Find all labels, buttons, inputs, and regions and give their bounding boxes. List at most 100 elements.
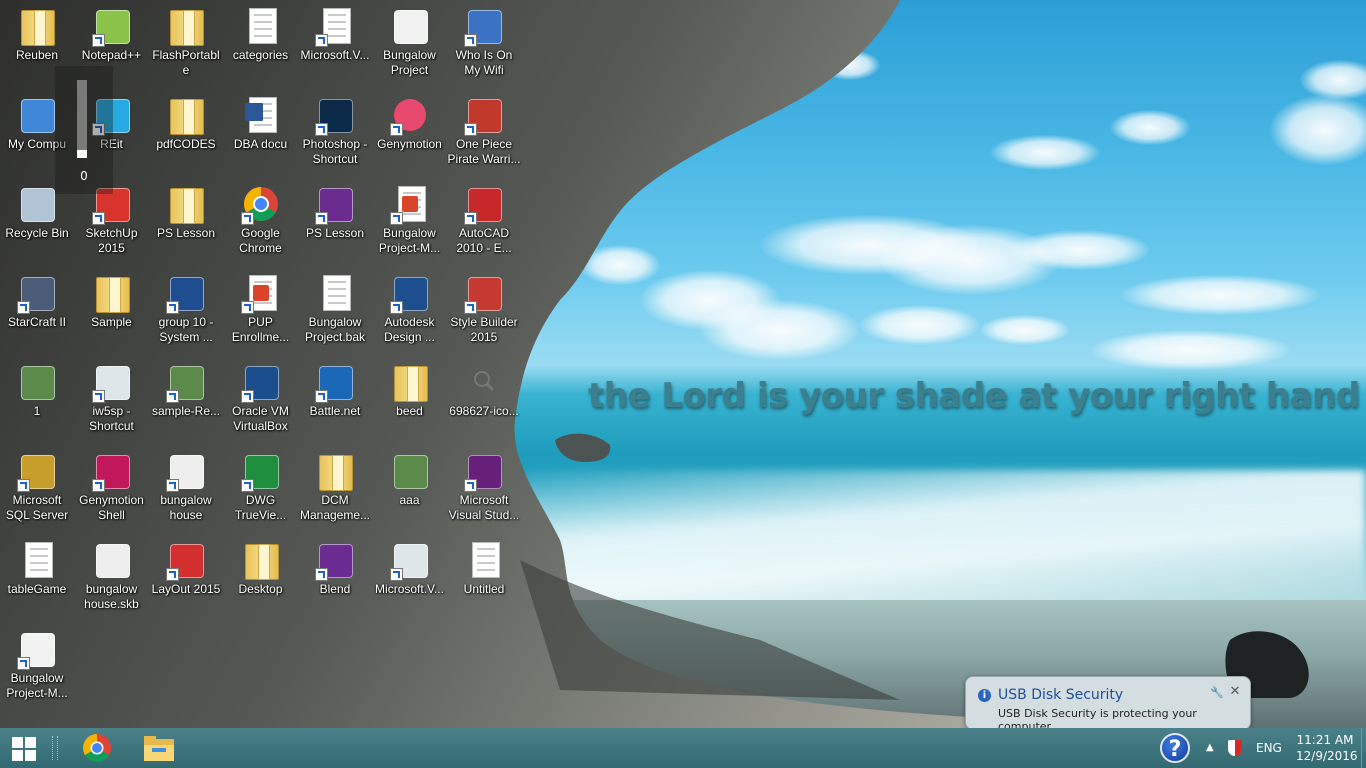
volume-slider-fill: [77, 150, 87, 158]
shortcut-arrow-icon: [389, 123, 403, 136]
genymotion-icon: [389, 95, 430, 136]
desktop-icon[interactable]: group 10 - System ...: [149, 267, 223, 353]
desktop-icon[interactable]: aaa: [373, 445, 447, 531]
desktop-icon[interactable]: Microsoft Visual Stud...: [447, 445, 521, 531]
image-thumbnail-icon: [166, 362, 206, 403]
windows-logo-icon: [12, 750, 23, 761]
desktop-icon[interactable]: Sample: [75, 267, 149, 353]
desktop-icon[interactable]: bungalow house: [149, 445, 223, 531]
shortcut-arrow-icon: [91, 34, 105, 47]
taskbar-chrome-button[interactable]: [74, 728, 120, 768]
shortcut-arrow-icon: [166, 390, 179, 403]
desktop-icon[interactable]: Microsoft.V...: [298, 0, 372, 86]
desktop-icon[interactable]: Untitled: [447, 534, 521, 620]
shortcut-arrow-icon: [464, 301, 477, 314]
desktop-icon-label: Microsoft Visual Stud...: [448, 493, 520, 522]
close-icon[interactable]: ✕: [1228, 684, 1242, 699]
desktop-icon-label: Microsoft.V...: [375, 582, 444, 596]
desktop-icon[interactable]: beed: [373, 356, 447, 442]
start-button[interactable]: [0, 728, 50, 768]
desktop-icon[interactable]: sample-Re...: [149, 356, 223, 442]
blend-icon: [315, 540, 355, 581]
desktop-icon[interactable]: Bungalow Project-M...: [373, 178, 447, 264]
desktop-icon[interactable]: PS Lesson: [149, 178, 223, 264]
desktop-icon[interactable]: Who Is On My Wifi: [447, 0, 521, 86]
settings-icon[interactable]: 🔧: [1210, 686, 1224, 699]
desktop-icon[interactable]: Microsoft.V...: [373, 534, 447, 620]
desktop-icon-label: Genymotion: [377, 137, 442, 151]
desktop-icon[interactable]: Bungalow Project.bak: [298, 267, 372, 353]
shortcut-arrow-icon: [389, 301, 403, 314]
volume-popup[interactable]: 0: [55, 66, 113, 194]
shortcut-arrow-icon: [315, 212, 328, 225]
desktop-icon[interactable]: Photoshop - Shortcut: [298, 89, 372, 175]
folder-icon: [390, 362, 430, 402]
desktop-icon[interactable]: Bungalow Project: [373, 0, 447, 86]
shortcut-arrow-icon: [166, 479, 179, 492]
shortcut-arrow-icon: [240, 479, 254, 492]
clock-time[interactable]: 11:21 AM: [1296, 733, 1354, 747]
language-indicator[interactable]: ENG: [1256, 741, 1282, 755]
desktop-icon[interactable]: LayOut 2015: [149, 534, 223, 620]
desktop-icon[interactable]: Style Builder 2015: [447, 267, 521, 353]
desktop-icon[interactable]: DCM Manageme...: [298, 445, 372, 531]
desktop-icon[interactable]: Genymotion Shell: [75, 445, 149, 531]
document-icon: [315, 6, 355, 47]
taskbar-grip[interactable]: [52, 736, 58, 760]
image-thumbnail-icon: [390, 451, 430, 491]
desktop-icon[interactable]: PUP Enrollme...: [224, 267, 298, 353]
taskbar-file-explorer-button[interactable]: [136, 728, 182, 768]
folder-icon: [166, 184, 206, 224]
shortcut-arrow-icon: [389, 212, 403, 225]
shortcut-arrow-icon: [240, 212, 254, 225]
desktop-icon-label: PS Lesson: [305, 226, 365, 240]
shortcut-arrow-icon: [166, 568, 179, 581]
desktop-icon[interactable]: 698627-ico...: [447, 356, 521, 442]
desktop-icon-label: Style Builder 2015: [450, 315, 518, 344]
desktop-icon[interactable]: Oracle VM VirtualBox: [224, 356, 298, 442]
desktop-icon[interactable]: Bungalow Project-M...: [0, 623, 74, 709]
desktop-icon[interactable]: StarCraft II: [0, 267, 74, 353]
help-tray-icon[interactable]: ?: [1160, 733, 1190, 763]
desktop-icon[interactable]: Desktop: [224, 534, 298, 620]
word-document-icon: [241, 95, 281, 135]
dwg-trueview-icon: [240, 451, 281, 492]
desktop-icon[interactable]: tableGame: [0, 534, 74, 620]
folder-icon: [241, 540, 281, 580]
desktop-icon[interactable]: categories: [224, 0, 298, 86]
show-hidden-icons-arrow-icon[interactable]: ▲: [1206, 742, 1214, 753]
desktop-icon[interactable]: 1: [0, 356, 74, 442]
shortcut-arrow-icon: [240, 390, 254, 403]
shortcut-arrow-icon: [17, 301, 30, 314]
desktop-icon[interactable]: PS Lesson: [298, 178, 372, 264]
desktop-icon-label: One Piece Pirate Warri...: [447, 137, 521, 166]
desktop-icon[interactable]: DBA docu: [224, 89, 298, 175]
desktop-icon-label: sample-Re...: [151, 404, 221, 418]
desktop-icon[interactable]: Genymotion: [373, 89, 447, 175]
sketch-thumbnail-icon: [390, 6, 430, 46]
desktop-icon[interactable]: Battle.net: [298, 356, 372, 442]
desktop-icon-label: Bungalow Project-M...: [378, 226, 441, 255]
desktop-icon[interactable]: Microsoft SQL Server ...: [0, 445, 74, 531]
usb-disk-security-tray-icon[interactable]: [1228, 740, 1242, 756]
usb-disk-security-notification[interactable]: i USB Disk Security USB Disk Security is…: [965, 676, 1251, 739]
shortcut-arrow-icon: [91, 390, 105, 403]
clock-date[interactable]: 12/9/2016: [1296, 749, 1358, 763]
desktop-icon[interactable]: FlashPortable: [149, 0, 223, 86]
show-desktop-button[interactable]: [1361, 728, 1366, 768]
desktop-icon[interactable]: pdfCODES: [149, 89, 223, 175]
user-folder-icon: [17, 6, 57, 46]
desktop-icon[interactable]: Autodesk Design ...: [373, 267, 447, 353]
desktop-icon[interactable]: One Piece Pirate Warri...: [447, 89, 521, 175]
desktop-icon[interactable]: AutoCAD 2010 - E...: [447, 178, 521, 264]
desktop-icon[interactable]: DWG TrueVie...: [224, 445, 298, 531]
text-document-icon: [241, 6, 281, 46]
desktop-icon[interactable]: bungalow house.skb: [75, 534, 149, 620]
desktop-icon-label: PUP Enrollme...: [231, 315, 290, 344]
desktop-icon[interactable]: Blend: [298, 534, 372, 620]
desktop-icon[interactable]: Google Chrome: [224, 178, 298, 264]
desktop-icon[interactable]: iw5sp - Shortcut: [75, 356, 149, 442]
folder-icon: [92, 273, 132, 313]
shortcut-arrow-icon: [464, 479, 477, 492]
volume-slider[interactable]: [77, 80, 87, 158]
